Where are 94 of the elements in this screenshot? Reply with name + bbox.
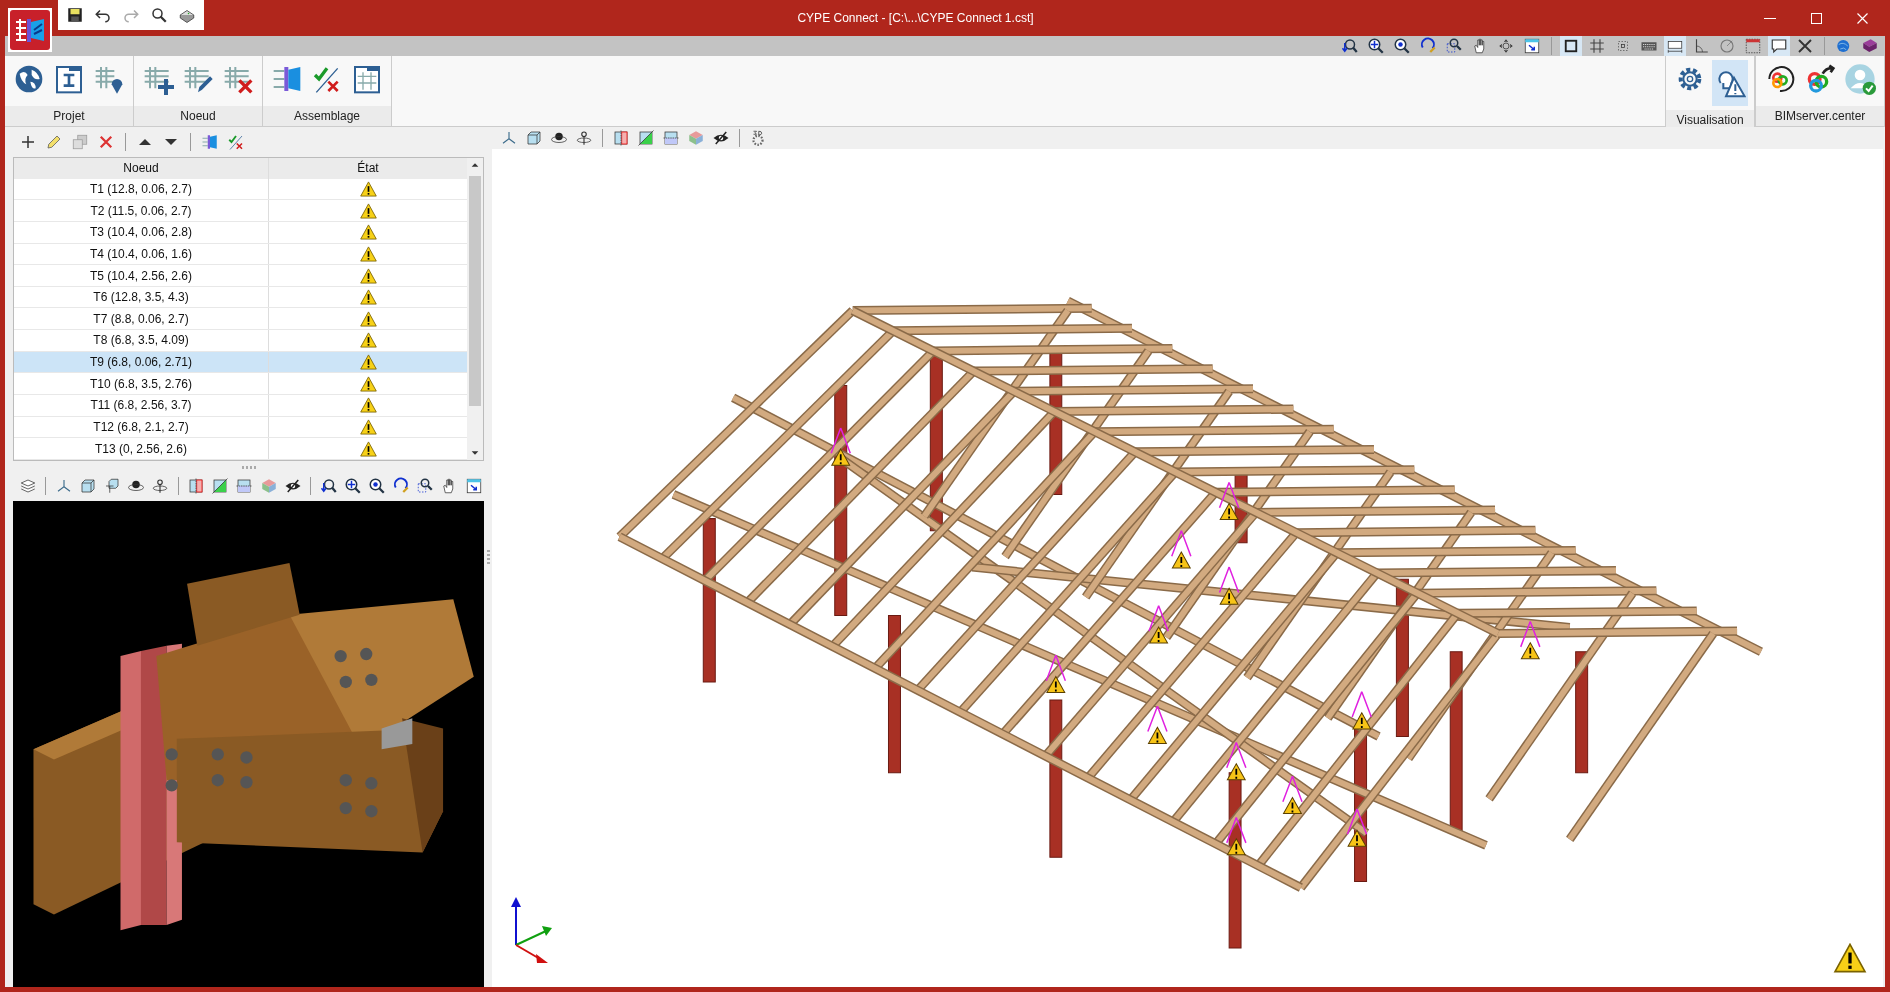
section-icon [211,477,230,495]
splitter-grip[interactable] [486,550,490,564]
table-row[interactable]: T6 (12.8, 3.5, 4.3) [14,286,467,309]
node-cell: T5 (10.4, 2.56, 2.6) [14,265,269,286]
save-icon [66,6,84,24]
minimize-icon [1764,17,1776,19]
table-row[interactable]: T1 (12.8, 0.06, 2.7) [14,178,467,201]
section-icon [662,129,680,147]
zoom-icon [1419,37,1437,55]
app-logo[interactable] [8,8,52,52]
section-icon [235,477,254,495]
eye-hidden-icon [712,129,730,147]
maximize-icon [1810,12,1822,24]
table-row[interactable]: T7 (8.8, 0.06, 2.7) [14,308,467,331]
document-icon [53,63,85,95]
zoom-icon [1367,37,1385,55]
table-row[interactable]: T12 (6.8, 2.1, 2.7) [14,416,467,439]
axes-drawing [511,897,552,963]
zoom-icon [343,477,362,495]
group-label: Projet [5,106,133,126]
eye-hidden-icon [283,477,302,495]
zoom-icon [1341,37,1359,55]
ruler-button[interactable] [1664,36,1686,56]
cube-icon [259,477,278,495]
plus-icon [19,133,37,151]
node-cell: T12 (6.8, 2.1, 2.7) [14,416,269,438]
layers-icon [18,477,37,495]
document-icon [351,63,383,95]
node-cell: T4 (10.4, 0.06, 1.6) [14,243,269,265]
window-icon [464,477,483,495]
zoom-icon [368,477,387,495]
orbit-icon [575,129,593,147]
group-label: Noeud [134,106,262,126]
section-icon [612,129,630,147]
table-row[interactable]: T2 (11.5, 0.06, 2.7) [14,200,467,222]
node-cell: T10 (6.8, 3.5, 2.76) [14,373,269,395]
zoom-icon [1393,37,1411,55]
zoom-icon [319,477,338,495]
axes-icon [500,129,518,147]
cube-icon [687,129,705,147]
check-cross-icon [227,133,245,151]
table-row[interactable]: T11 (6.8, 2.56, 3.7) [14,395,467,417]
avatar-icon [1844,63,1876,95]
table-row[interactable]: T5 (10.4, 2.56, 2.6) [14,265,467,287]
close-icon [1856,12,1868,24]
node-cell: T13 (0, 2.56, 2.6) [14,438,269,459]
window-title: CYPE Connect - [C:\...\CYPE Connect 1.cst] [796,11,1035,25]
tools-icon [1796,37,1814,55]
node-cell: T8 (6.8, 3.5, 4.09) [14,330,269,351]
section-icon [637,129,655,147]
node-cell: T11 (6.8, 2.56, 3.7) [14,395,269,416]
splitter-grip[interactable] [241,465,256,469]
cube-icon [78,477,97,495]
column-header[interactable]: État [269,158,467,179]
column-header[interactable]: Noeud [14,158,269,179]
zoom-icon [416,477,435,495]
orbit-icon [1497,37,1515,55]
group-label: Visualisation [1666,110,1754,130]
search-icon [150,6,168,24]
globe-icon [13,63,45,95]
scrollbar-thumb[interactable] [469,176,481,406]
book-icon [1861,37,1879,55]
table-row[interactable]: T9 (6.8, 0.06, 2.71) [14,351,467,374]
delete-icon [97,133,115,151]
window-icon [1523,37,1541,55]
speech-button[interactable] [1768,36,1790,56]
copy-icon [71,133,89,151]
zoom-icon [392,477,411,495]
speech-icon [1770,37,1788,55]
table-row[interactable]: T13 (0, 2.56, 2.6) [14,438,467,460]
cube-icon [525,129,543,147]
orbit-icon [151,477,170,495]
table-row[interactable]: T10 (6.8, 3.5, 2.76) [14,373,467,396]
table-row[interactable]: T4 (10.4, 0.06, 1.6) [14,243,467,266]
bulb-warning-button[interactable] [1712,60,1748,106]
node-cell: T3 (10.4, 0.06, 2.8) [14,221,269,243]
node-cell: T7 (8.8, 0.06, 2.7) [14,308,269,330]
circle-icon [1718,37,1736,55]
zoom-icon [1445,37,1463,55]
square-icon [1562,37,1580,55]
node-cell: T9 (6.8, 0.06, 2.71) [14,351,269,373]
group-label: BIMserver.center [1756,106,1884,126]
section-icon [187,477,206,495]
node-cell: T6 (12.8, 3.5, 4.3) [14,286,269,308]
table-row[interactable]: T8 (6.8, 3.5, 4.09) [14,330,467,352]
node-cell: T1 (12.8, 0.06, 2.7) [14,178,269,200]
table-row[interactable]: T3 (10.4, 0.06, 2.8) [14,221,467,244]
pencil-icon [45,133,63,151]
grid-icon [1588,37,1606,55]
group-label: Assemblage [263,106,391,126]
joint-icon [201,133,219,151]
node-cell: T2 (11.5, 0.06, 2.7) [14,200,269,221]
panel-icon [1744,37,1762,55]
square-button[interactable] [1560,36,1582,56]
